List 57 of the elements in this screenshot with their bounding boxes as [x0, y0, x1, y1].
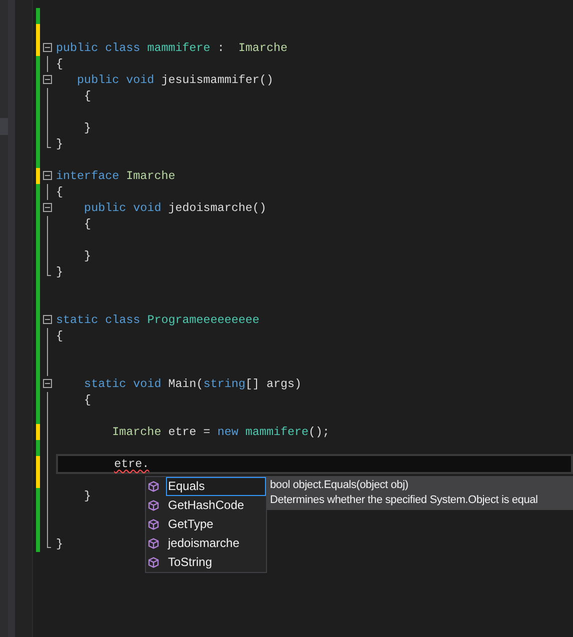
- code-token: jesuismammifer(): [160, 73, 274, 87]
- code-token: new: [216, 425, 238, 439]
- code-token: :: [216, 41, 224, 55]
- collapse-icon[interactable]: [43, 43, 52, 52]
- code-token: class: [104, 41, 140, 55]
- code-token: Imarche: [125, 169, 176, 183]
- code-token: {: [56, 57, 64, 71]
- code-token: mammifere: [146, 41, 210, 55]
- code-token: }: [83, 121, 92, 135]
- code-token: etre =: [167, 425, 210, 439]
- code-token: ();: [308, 425, 330, 439]
- code-token: void: [132, 201, 162, 215]
- code-token: Imarche: [111, 425, 162, 439]
- code-token: }: [56, 137, 64, 151]
- code-token: {: [83, 217, 92, 231]
- code-token: public: [76, 73, 120, 87]
- code-token: [] args): [245, 377, 302, 391]
- code-token: public: [83, 201, 126, 215]
- cube-icon: [148, 519, 159, 530]
- code-token: }: [56, 265, 64, 279]
- code-token: {: [83, 89, 92, 103]
- code-token: string: [203, 377, 246, 391]
- code-token: {: [56, 185, 64, 199]
- completion-item[interactable]: Equals: [166, 477, 266, 496]
- code-token: class: [104, 313, 140, 327]
- code-token: }: [83, 249, 92, 263]
- code-token: void: [125, 73, 154, 87]
- collapse-icon[interactable]: [43, 171, 52, 180]
- collapse-icon[interactable]: [43, 75, 52, 84]
- code-token: Programeeeeeeeee: [146, 313, 260, 327]
- code-token: void: [132, 377, 162, 391]
- code-token: }: [56, 537, 64, 551]
- completion-item[interactable]: GetType: [166, 515, 266, 534]
- tooltip-text: Determines whether the specified System.Object is equal: [270, 493, 539, 508]
- code-token: static: [83, 377, 126, 391]
- code-token: jedoismarche(): [167, 201, 266, 215]
- cube-icon: [148, 481, 159, 492]
- code-token: interface: [56, 169, 120, 183]
- completion-item[interactable]: ToString: [166, 553, 266, 572]
- code-token: Imarche: [237, 41, 288, 55]
- cube-icon: [148, 538, 159, 549]
- completion-item[interactable]: jedoismarche: [166, 534, 266, 553]
- code-token: etre.: [113, 457, 150, 471]
- tooltip-text: bool object.Equals(object obj): [270, 478, 410, 493]
- code-token: }: [83, 489, 92, 503]
- cube-icon: [148, 500, 159, 511]
- code-token: mammifere: [244, 425, 309, 439]
- code-token: public: [56, 41, 98, 55]
- code-token: {: [83, 393, 92, 407]
- code-token: static: [56, 313, 98, 327]
- collapse-icon[interactable]: [43, 315, 52, 324]
- cube-icon: [148, 557, 159, 568]
- code-token: {: [56, 329, 64, 343]
- collapse-icon[interactable]: [43, 379, 52, 388]
- collapse-icon[interactable]: [43, 203, 52, 212]
- code-token: Main(: [167, 377, 204, 391]
- completion-item[interactable]: GetHashCode: [166, 496, 266, 515]
